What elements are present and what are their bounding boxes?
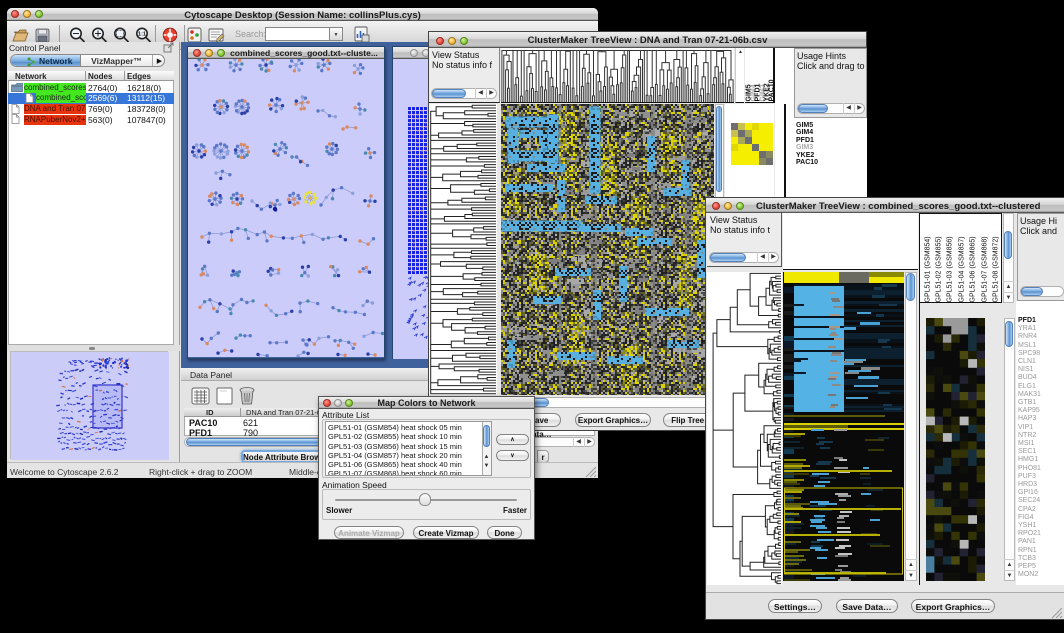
svg-text:1:1: 1:1: [138, 32, 146, 38]
